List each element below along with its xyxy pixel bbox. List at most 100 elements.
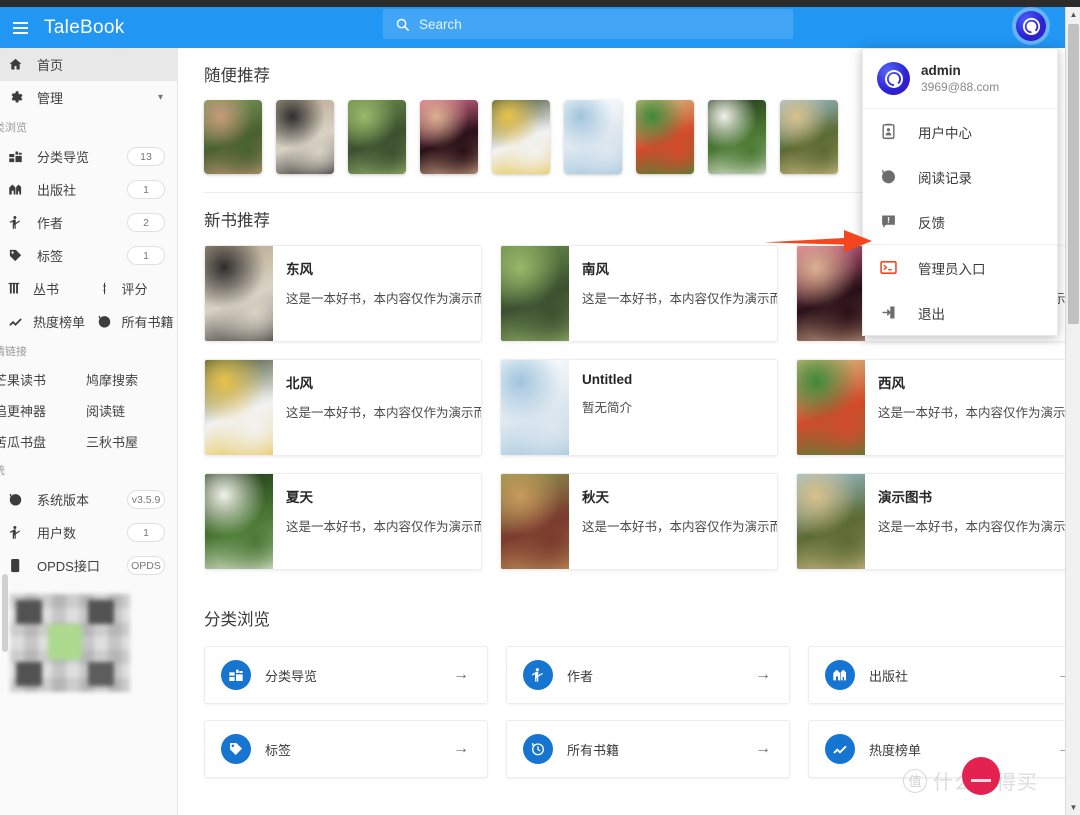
grid-icon <box>221 660 251 690</box>
sidebar-item-manage[interactable]: 管理 ▾ <box>0 81 177 114</box>
document-cover <box>501 360 569 455</box>
hamburger-icon[interactable] <box>0 7 36 48</box>
kakapo-thumb[interactable] <box>348 100 406 174</box>
scroll-up-arrow-icon[interactable]: ▲ <box>1066 7 1080 22</box>
sidebar-item-trending[interactable]: 热度榜单 <box>0 312 89 331</box>
book-card[interactable]: 南风 这是一本好书，本内容仅作为演示而已 <box>500 245 778 342</box>
sidebar-item-user-count-label: 用户数 <box>37 526 77 541</box>
sidebar-row-series-rating: 丛书 评分 <box>0 272 177 305</box>
friend-link-sanqiu[interactable]: 三秋书屋 <box>86 435 138 450</box>
book-card[interactable]: 北风 这是一本好书，本内容仅作为演示而已 <box>204 359 482 456</box>
book-description: 这是一本好书，本内容仅作为演示而已 <box>286 292 481 306</box>
book-title: 南风 <box>582 262 609 277</box>
sidebar-item-rating-label: 评分 <box>121 282 148 297</box>
dropdown-item-reading-history[interactable]: 阅读记录 <box>863 154 1057 199</box>
page-scrollbar[interactable]: ▲ ▼ <box>1065 7 1080 815</box>
book-meta: 南风 这是一本好书，本内容仅作为演示而已 <box>569 246 777 341</box>
clock-icon <box>8 492 30 507</box>
user-icon <box>8 525 30 540</box>
dropdown-item-admin-entry[interactable]: 管理员入口 <box>863 245 1057 290</box>
friend-link-row: 追更神器 阅读链 <box>0 395 177 426</box>
panda-cover <box>205 246 273 341</box>
sidebar-item-series[interactable]: 丛书 <box>0 279 89 298</box>
user-badge-icon <box>884 69 903 88</box>
book-card[interactable]: 西风这是一本好书，本内容仅作为演示而已 <box>796 359 1065 456</box>
book-card[interactable]: 东风 这是一本好书，本内容仅作为演示而已 <box>204 245 482 342</box>
category-grid: 分类导览 → 作者 → 出版社 → 标签 → 所有书籍 → 热度榜单 → <box>196 640 1065 778</box>
friend-link-zhuigeng[interactable]: 追更神器 <box>0 404 46 419</box>
sidebar-badge-author: 2 <box>127 213 165 232</box>
user-badge-icon <box>1022 17 1040 35</box>
dropdown-user-header[interactable]: admin 3969@88.com <box>863 49 1057 108</box>
dropdown-item-feedback[interactable]: 反馈 <box>863 199 1057 244</box>
friend-link-mangguo[interactable]: 芒果读书 <box>0 373 46 388</box>
friend-link-yueduchain[interactable]: 阅读链 <box>86 404 125 419</box>
device-icon <box>8 558 30 573</box>
sidebar-item-author[interactable]: 作者 2 <box>0 206 177 239</box>
sidebar-item-system-version[interactable]: 系统版本 v3.5.9 <box>0 483 177 516</box>
book-title: 秋天 <box>582 490 609 505</box>
book-card[interactable]: 夏天 这是一本好书，本内容仅作为演示而已 <box>204 473 482 570</box>
sidebar-section-links: 情链接 <box>0 346 27 358</box>
search-input[interactable]: Search <box>383 9 793 39</box>
scrollbar-thumb[interactable] <box>1068 24 1079 324</box>
arrow-right-icon: → <box>755 740 771 757</box>
friend-link-row: 苦瓜书盘 三秋书屋 <box>0 426 177 457</box>
sidebar-item-user-count[interactable]: 用户数 1 <box>0 516 177 549</box>
friend-link-kugua[interactable]: 苦瓜书盘 <box>0 435 46 450</box>
cactus-thumb[interactable] <box>780 100 838 174</box>
sidebar-item-home[interactable]: 首页 <box>0 48 177 81</box>
book-card[interactable]: 秋天这是一本好书，本内容仅作为演示而已 <box>500 473 778 570</box>
category-card[interactable]: 热度榜单 → <box>808 720 1065 778</box>
document-thumb[interactable] <box>564 100 622 174</box>
panda-thumb[interactable] <box>276 100 334 174</box>
sidebar-item-author-label: 作者 <box>37 216 64 231</box>
sidebar-item-rating[interactable]: 评分 <box>89 279 178 298</box>
category-card[interactable]: 出版社 → <box>808 646 1065 704</box>
pink-flower-thumb[interactable] <box>420 100 478 174</box>
browser-chrome-strip <box>0 0 1080 7</box>
qr-code-blurred <box>10 594 130 692</box>
tag-icon <box>221 734 251 764</box>
book-title: 演示图书 <box>878 490 932 505</box>
book-card[interactable]: 演示图书这是一本好书，本内容仅作为演示而已 <box>796 473 1065 570</box>
history-icon <box>89 314 115 329</box>
hornbill-thumb[interactable] <box>492 100 550 174</box>
user-avatar-button[interactable] <box>1012 7 1050 45</box>
sidebar-item-publisher[interactable]: 出版社 1 <box>0 173 177 206</box>
category-card[interactable]: 所有书籍 → <box>506 720 790 778</box>
white-flower-thumb[interactable] <box>708 100 766 174</box>
friend-link-jiumo[interactable]: 鸠摩搜索 <box>86 373 138 388</box>
publisher-icon <box>825 660 855 690</box>
dropdown-user-name: admin <box>921 63 961 78</box>
book-card[interactable]: Untitled 暂无简介 <box>500 359 778 456</box>
lorikeet-thumb[interactable] <box>636 100 694 174</box>
deer-thumb[interactable] <box>204 100 262 174</box>
sidebar-item-all-books-label: 所有书籍 <box>121 315 174 330</box>
sidebar-item-category-guide[interactable]: 分类导览 13 <box>0 140 177 173</box>
avatar <box>877 62 910 95</box>
book-description: 这是一本好书，本内容仅作为演示而已 <box>582 520 777 534</box>
search-icon <box>396 18 409 31</box>
scroll-down-arrow-icon[interactable]: ▼ <box>1066 800 1080 815</box>
sidebar-item-home-label: 首页 <box>37 58 64 73</box>
dropdown-item-logout[interactable]: 退出 <box>863 290 1057 335</box>
friend-link-row: 芒果读书 鸠摩搜索 <box>0 364 177 395</box>
book-title: 夏天 <box>286 490 313 505</box>
sidebar-item-tag-label: 标签 <box>37 249 64 264</box>
book-meta: 东风 这是一本好书，本内容仅作为演示而已 <box>273 246 481 341</box>
sidebar-item-manage-label: 管理 <box>37 91 64 106</box>
author-icon <box>8 215 30 230</box>
category-card-label: 出版社 <box>869 668 909 684</box>
dropdown-item-user-center[interactable]: 用户中心 <box>863 109 1057 154</box>
sidebar-item-tag[interactable]: 标签 1 <box>0 239 177 272</box>
sidebar-scrollbar-thumb[interactable] <box>2 574 8 652</box>
sidebar-item-opds[interactable]: OPDS接口 OPDS <box>0 549 177 582</box>
category-card[interactable]: 标签 → <box>204 720 488 778</box>
category-card[interactable]: 分类导览 → <box>204 646 488 704</box>
trending-icon <box>0 314 26 329</box>
sidebar-badge-user-count: 1 <box>127 523 165 542</box>
arrow-right-icon: → <box>1057 740 1065 757</box>
category-card[interactable]: 作者 → <box>506 646 790 704</box>
sidebar-item-all-books[interactable]: 所有书籍 <box>89 312 178 331</box>
